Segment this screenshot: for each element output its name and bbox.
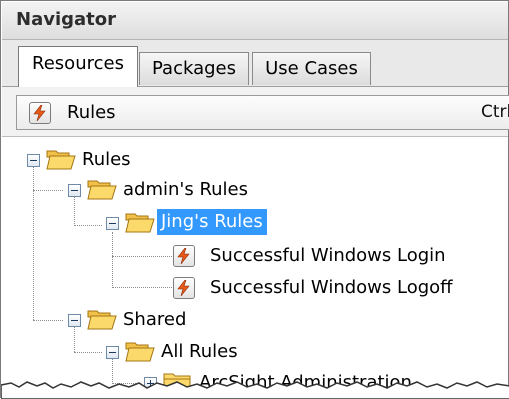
collapse-toggle[interactable] <box>106 217 119 230</box>
collapse-toggle[interactable] <box>106 346 119 359</box>
folder-open-icon <box>125 213 155 233</box>
rule-icon <box>173 277 195 299</box>
tree-node-admins-rules[interactable]: admin's Rules <box>2 176 502 206</box>
resource-type-label: Rules <box>67 102 116 123</box>
shortcut-hint: Ctrl <box>481 102 509 122</box>
folder-open-icon <box>87 180 117 200</box>
tab-resources[interactable]: Resources <box>18 46 138 87</box>
tree-node-label: Rules <box>82 149 131 170</box>
folder-open-icon <box>46 150 76 170</box>
tree-node-all-rules[interactable]: All Rules <box>2 338 502 368</box>
tab-strip: Resources Packages Use Cases <box>2 40 508 87</box>
collapse-toggle[interactable] <box>68 184 81 197</box>
tree-node-shared[interactable]: Shared <box>2 306 502 336</box>
resource-type-selector[interactable]: Rules Ctrl <box>16 95 509 130</box>
tree-node-rule-logoff[interactable]: Successful Windows Logoff <box>2 274 502 304</box>
tree-node-label: Jing's Rules <box>157 209 267 235</box>
resource-tree: Rules admin's Rules Jing's Rules Success… <box>2 138 508 399</box>
collapse-toggle[interactable] <box>68 314 81 327</box>
tree-node-label: Shared <box>123 309 187 330</box>
tree-node-jings-rules[interactable]: Jing's Rules <box>2 209 502 239</box>
folder-open-icon <box>87 310 117 330</box>
tree-node-rule-login[interactable]: Successful Windows Login <box>2 242 502 272</box>
rule-icon <box>173 245 195 267</box>
tab-use-cases[interactable]: Use Cases <box>252 52 371 85</box>
tab-packages[interactable]: Packages <box>139 52 249 85</box>
collapse-toggle[interactable] <box>27 154 40 167</box>
navigator-panel: Navigator Resources Packages Use Cases R… <box>0 0 509 399</box>
tree-node-label: Successful Windows Login <box>210 245 446 266</box>
panel-title-bar: Navigator <box>2 2 508 40</box>
tree-node-label: admin's Rules <box>123 179 249 200</box>
panel-title: Navigator <box>16 9 116 30</box>
torn-edge <box>1 381 509 399</box>
folder-open-icon <box>125 342 155 362</box>
rule-icon <box>29 102 51 124</box>
tree-node-label: Successful Windows Logoff <box>210 277 453 298</box>
tree-node-rules[interactable]: Rules <box>2 146 502 176</box>
resource-toolbar: Rules Ctrl <box>2 87 509 137</box>
tree-node-label: All Rules <box>161 341 238 362</box>
